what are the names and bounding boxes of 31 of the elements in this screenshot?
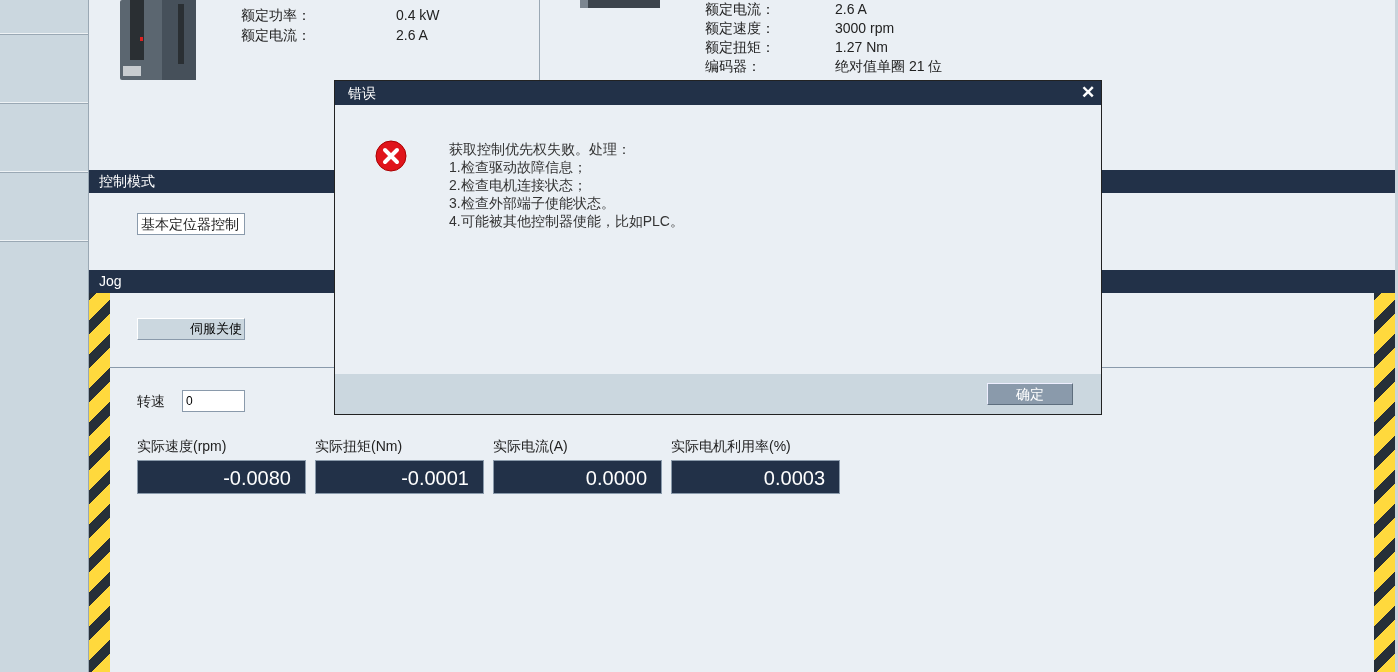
message-line: 3.检查外部端子使能状态。 bbox=[449, 194, 616, 212]
servo-button[interactable]: 伺服关使 bbox=[137, 318, 245, 340]
spec-value: 1.27 Nm bbox=[835, 38, 888, 57]
spec-label: 额定速度： bbox=[705, 19, 776, 38]
mode-dropdown[interactable]: 基本定位器控制 bbox=[137, 213, 245, 235]
readout-label: 实际电流(A) bbox=[493, 437, 569, 456]
spec-value: 0.4 kW bbox=[396, 6, 440, 25]
spec-value: 绝对值单圈 21 位 bbox=[835, 57, 943, 76]
message-line: 2.检查电机连接状态； bbox=[449, 176, 588, 194]
readout-label: 实际扭矩(Nm) bbox=[315, 437, 404, 456]
spec-label: 额定电流： bbox=[241, 26, 312, 45]
message-line: 4.可能被其他控制器使能，比如PLC。 bbox=[449, 212, 684, 230]
spec-label: 额定扭矩： bbox=[705, 38, 776, 57]
message-line: 获取控制优先权失败。处理： bbox=[449, 140, 632, 158]
spec-value: 2.6 A bbox=[396, 26, 428, 45]
readout-label: 实际电机利用率(%) bbox=[671, 437, 792, 456]
readout-label: 实际速度(rpm) bbox=[137, 437, 228, 456]
spec-label: 编码器： bbox=[705, 57, 762, 76]
readout-value: -0.0080 bbox=[137, 460, 306, 494]
spec-value: 2.6 A bbox=[835, 0, 867, 19]
dialog-title: 错误 bbox=[348, 84, 376, 103]
close-button[interactable]: ✕ bbox=[1075, 81, 1101, 105]
spec-label: 额定功率： bbox=[241, 6, 312, 25]
spec-value: 3000 rpm bbox=[835, 19, 895, 38]
speed-field[interactable]: 0 bbox=[182, 390, 245, 412]
field-label: 转速 bbox=[137, 391, 166, 411]
spec-label: 额定电流： bbox=[705, 0, 776, 19]
readout-value: 0.0003 bbox=[671, 460, 840, 494]
readout-value: 0.0000 bbox=[493, 460, 662, 494]
error-icon bbox=[375, 140, 407, 172]
readout-value: -0.0001 bbox=[315, 460, 484, 494]
